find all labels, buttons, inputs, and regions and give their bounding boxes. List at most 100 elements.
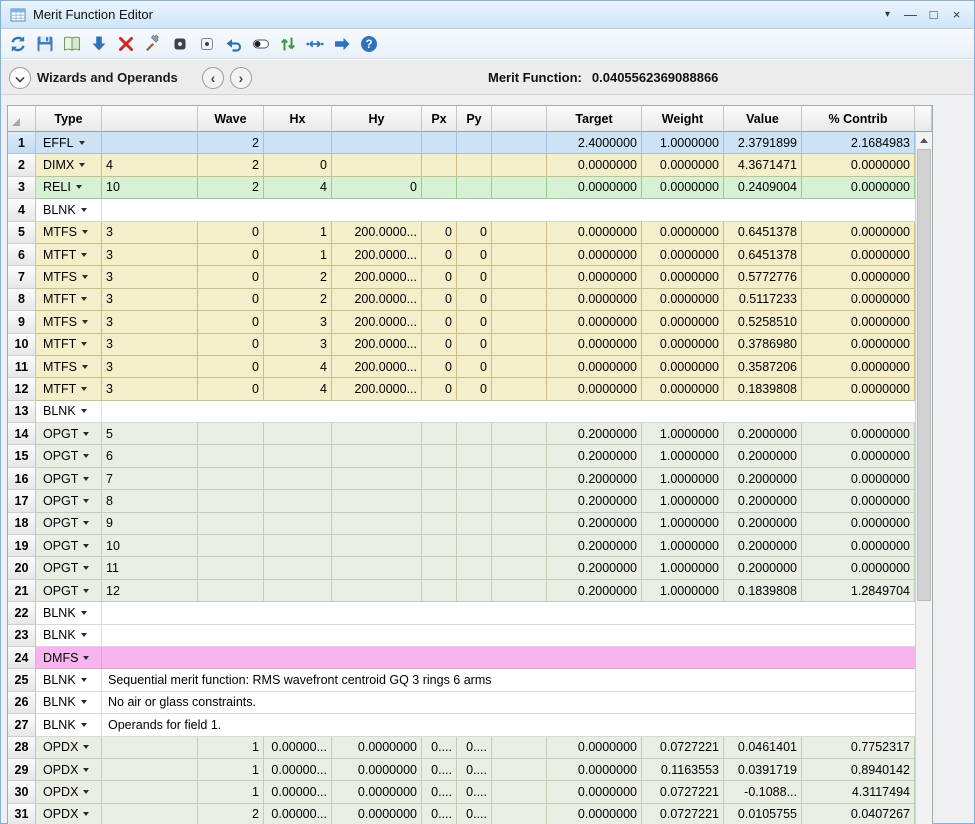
cell-gap-row8[interactable] bbox=[492, 289, 547, 311]
cell-weight-row14[interactable]: 1.0000000 bbox=[642, 423, 724, 445]
cell-hy-row17[interactable] bbox=[332, 490, 422, 512]
cell-contrib-row18[interactable]: 0.0000000 bbox=[802, 513, 915, 535]
operand-type-dropdown[interactable]: BLNK bbox=[36, 692, 102, 714]
cell-wave-row28[interactable]: 1 bbox=[198, 737, 264, 759]
cell-p1-row5[interactable]: 3 bbox=[102, 222, 198, 244]
operand-type-dropdown[interactable]: BLNK bbox=[36, 401, 102, 423]
cell-hy-row12[interactable]: 200.0000... bbox=[332, 378, 422, 400]
cell-value-row18[interactable]: 0.2000000 bbox=[724, 513, 802, 535]
operand-type-dropdown[interactable]: MTFT bbox=[36, 334, 102, 356]
cell-p1-row7[interactable]: 3 bbox=[102, 266, 198, 288]
cell-weight-row10[interactable]: 0.0000000 bbox=[642, 334, 724, 356]
cell-py-row20[interactable] bbox=[457, 557, 492, 579]
cell-px-row29[interactable]: 0.... bbox=[422, 759, 457, 781]
cell-contrib-row17[interactable]: 0.0000000 bbox=[802, 490, 915, 512]
scroll-up-button[interactable] bbox=[916, 132, 932, 149]
cell-wave-row15[interactable] bbox=[198, 445, 264, 467]
cell-gap-row7[interactable] bbox=[492, 266, 547, 288]
empty-row-cell[interactable] bbox=[102, 602, 932, 624]
cell-wave-row6[interactable]: 0 bbox=[198, 244, 264, 266]
cell-hy-row2[interactable] bbox=[332, 154, 422, 176]
cell-px-row3[interactable] bbox=[422, 177, 457, 199]
empty-row-cell[interactable] bbox=[102, 647, 932, 669]
column-header-wave[interactable]: Wave bbox=[198, 106, 264, 132]
cell-weight-row19[interactable]: 1.0000000 bbox=[642, 535, 724, 557]
cell-weight-row9[interactable]: 0.0000000 bbox=[642, 311, 724, 333]
cell-value-row31[interactable]: 0.0105755 bbox=[724, 804, 802, 824]
cell-contrib-row29[interactable]: 0.8940142 bbox=[802, 759, 915, 781]
row-number-4[interactable]: 4 bbox=[8, 199, 36, 221]
cell-wave-row12[interactable]: 0 bbox=[198, 378, 264, 400]
cell-value-row14[interactable]: 0.2000000 bbox=[724, 423, 802, 445]
cell-p1-row16[interactable]: 7 bbox=[102, 468, 198, 490]
cell-contrib-row3[interactable]: 0.0000000 bbox=[802, 177, 915, 199]
cell-hx-row7[interactable]: 2 bbox=[264, 266, 332, 288]
cell-contrib-row15[interactable]: 0.0000000 bbox=[802, 445, 915, 467]
go-to-operand-button[interactable] bbox=[329, 31, 355, 57]
operand-type-dropdown[interactable]: MTFS bbox=[36, 222, 102, 244]
cell-gap-row6[interactable] bbox=[492, 244, 547, 266]
cell-gap-row9[interactable] bbox=[492, 311, 547, 333]
cell-hx-row21[interactable] bbox=[264, 580, 332, 602]
operand-type-dropdown[interactable]: OPGT bbox=[36, 423, 102, 445]
previous-section-button[interactable]: ‹ bbox=[202, 67, 224, 89]
cell-hy-row14[interactable] bbox=[332, 423, 422, 445]
cell-wave-row2[interactable]: 2 bbox=[198, 154, 264, 176]
cell-target-row11[interactable]: 0.0000000 bbox=[547, 356, 642, 378]
cell-py-row10[interactable]: 0 bbox=[457, 334, 492, 356]
cell-target-row16[interactable]: 0.2000000 bbox=[547, 468, 642, 490]
cell-wave-row19[interactable] bbox=[198, 535, 264, 557]
cell-hx-row10[interactable]: 3 bbox=[264, 334, 332, 356]
cell-wave-row5[interactable]: 0 bbox=[198, 222, 264, 244]
cell-value-row15[interactable]: 0.2000000 bbox=[724, 445, 802, 467]
cell-p1-row6[interactable]: 3 bbox=[102, 244, 198, 266]
cell-p1-row31[interactable] bbox=[102, 804, 198, 824]
cell-hx-row20[interactable] bbox=[264, 557, 332, 579]
cell-target-row10[interactable]: 0.0000000 bbox=[547, 334, 642, 356]
cell-hy-row29[interactable]: 0.0000000 bbox=[332, 759, 422, 781]
operand-type-dropdown[interactable]: OPDX bbox=[36, 804, 102, 824]
cell-value-row2[interactable]: 4.3671471 bbox=[724, 154, 802, 176]
invert-display-toggle-button[interactable] bbox=[248, 31, 274, 57]
empty-row-cell[interactable] bbox=[102, 625, 932, 647]
cell-hx-row17[interactable] bbox=[264, 490, 332, 512]
cell-gap-row29[interactable] bbox=[492, 759, 547, 781]
cell-contrib-row5[interactable]: 0.0000000 bbox=[802, 222, 915, 244]
cell-hx-row19[interactable] bbox=[264, 535, 332, 557]
cell-hx-row9[interactable]: 3 bbox=[264, 311, 332, 333]
cell-px-row16[interactable] bbox=[422, 468, 457, 490]
row-number-27[interactable]: 27 bbox=[8, 714, 36, 736]
cell-target-row12[interactable]: 0.0000000 bbox=[547, 378, 642, 400]
operand-type-dropdown[interactable]: MTFT bbox=[36, 244, 102, 266]
row-number-13[interactable]: 13 bbox=[8, 401, 36, 423]
cell-weight-row7[interactable]: 0.0000000 bbox=[642, 266, 724, 288]
cell-hx-row2[interactable]: 0 bbox=[264, 154, 332, 176]
light-panel-toggle-button[interactable] bbox=[194, 31, 220, 57]
row-number-17[interactable]: 17 bbox=[8, 490, 36, 512]
cell-contrib-row2[interactable]: 0.0000000 bbox=[802, 154, 915, 176]
cell-hy-row11[interactable]: 200.0000... bbox=[332, 356, 422, 378]
cell-value-row9[interactable]: 0.5258510 bbox=[724, 311, 802, 333]
cell-py-row6[interactable]: 0 bbox=[457, 244, 492, 266]
row-number-7[interactable]: 7 bbox=[8, 266, 36, 288]
cell-py-row31[interactable]: 0.... bbox=[457, 804, 492, 824]
cell-value-row10[interactable]: 0.3786980 bbox=[724, 334, 802, 356]
cell-py-row16[interactable] bbox=[457, 468, 492, 490]
cell-weight-row6[interactable]: 0.0000000 bbox=[642, 244, 724, 266]
row-number-11[interactable]: 11 bbox=[8, 356, 36, 378]
column-header-gap[interactable] bbox=[492, 106, 547, 132]
cell-contrib-row1[interactable]: 2.1684983 bbox=[802, 132, 915, 154]
cell-px-row1[interactable] bbox=[422, 132, 457, 154]
cell-p1-row18[interactable]: 9 bbox=[102, 513, 198, 535]
cell-px-row28[interactable]: 0.... bbox=[422, 737, 457, 759]
cell-value-row7[interactable]: 0.5772776 bbox=[724, 266, 802, 288]
cell-hy-row6[interactable]: 200.0000... bbox=[332, 244, 422, 266]
row-number-1[interactable]: 1 bbox=[8, 132, 36, 154]
cell-target-row17[interactable]: 0.2000000 bbox=[547, 490, 642, 512]
row-number-22[interactable]: 22 bbox=[8, 602, 36, 624]
cell-contrib-row6[interactable]: 0.0000000 bbox=[802, 244, 915, 266]
operand-type-dropdown[interactable]: OPGT bbox=[36, 513, 102, 535]
cell-wave-row9[interactable]: 0 bbox=[198, 311, 264, 333]
cell-py-row15[interactable] bbox=[457, 445, 492, 467]
cell-px-row6[interactable]: 0 bbox=[422, 244, 457, 266]
